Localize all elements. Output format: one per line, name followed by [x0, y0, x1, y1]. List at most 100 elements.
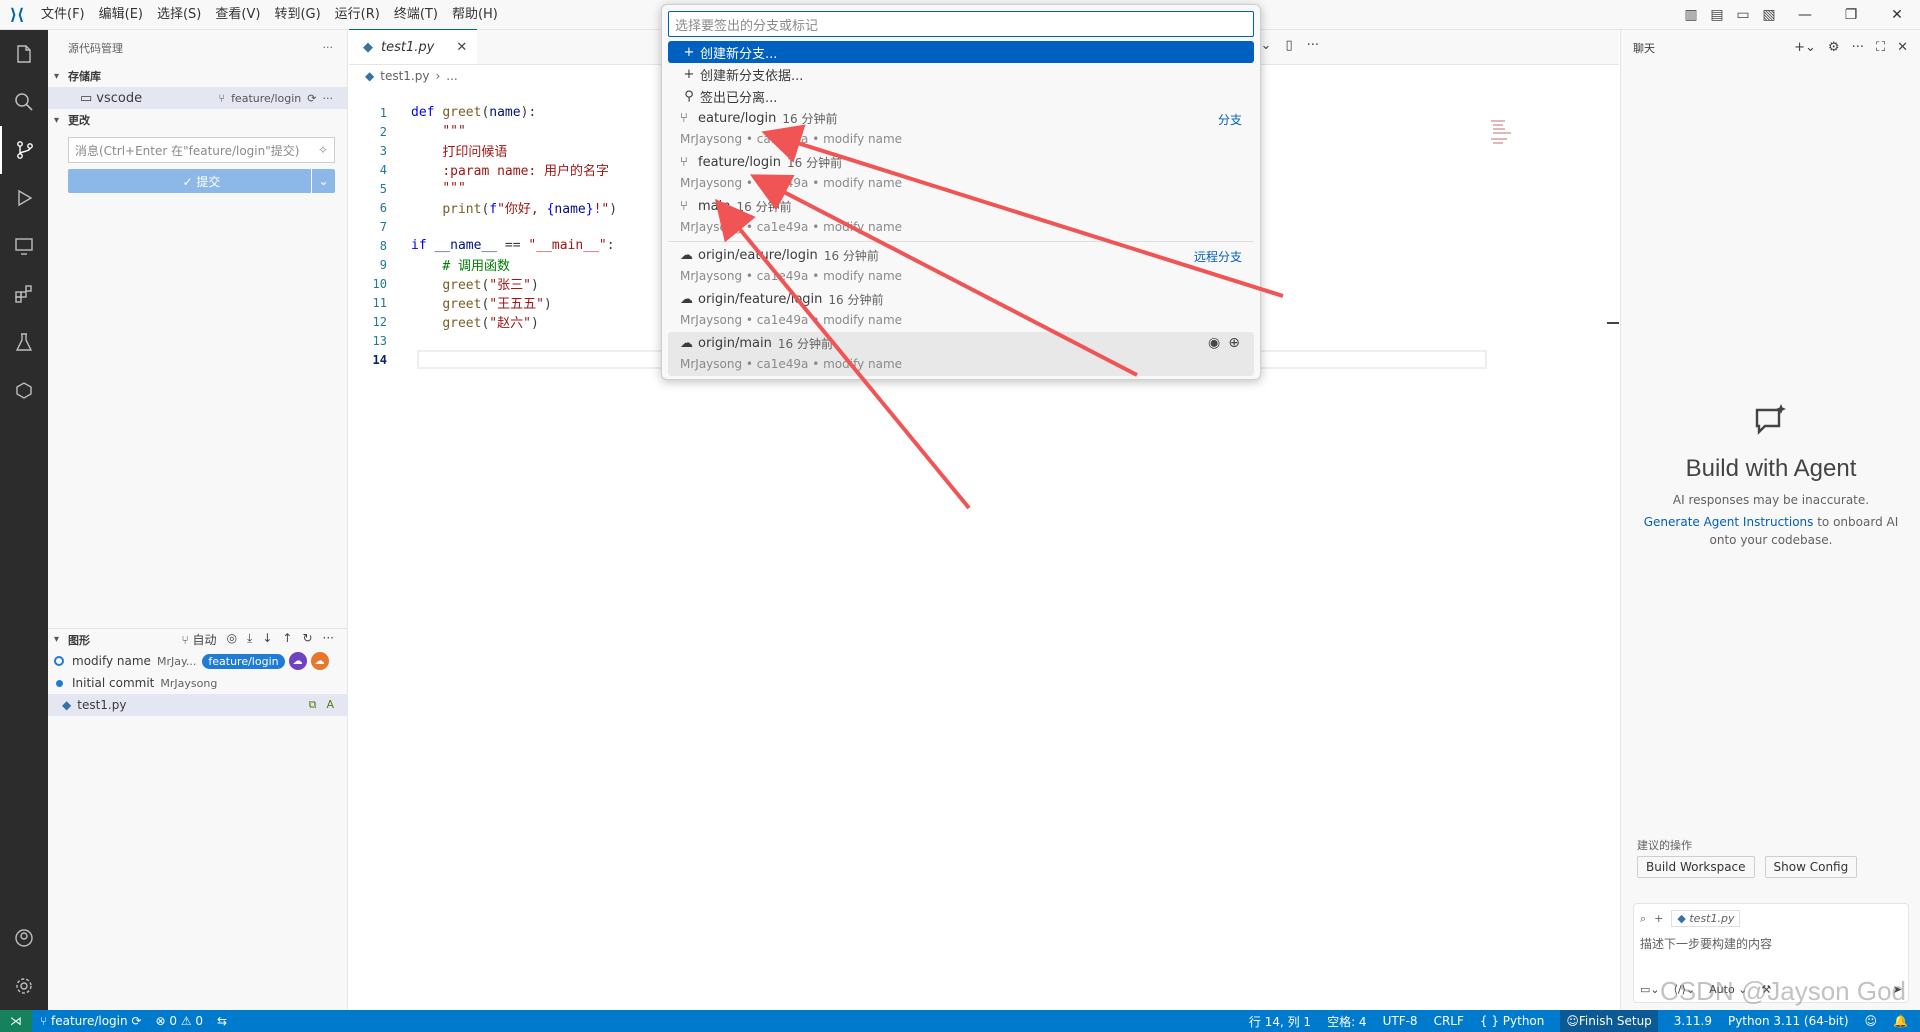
graph-section-header[interactable]: ▾ 图形 ⑂ 自动 ◎ ⤓ ↓ ↑ ↻ ···: [48, 628, 348, 650]
menu-item[interactable]: 终端(T): [387, 0, 445, 30]
repositories-section-header[interactable]: ▾ 存储库: [48, 65, 347, 87]
globe-icon[interactable]: ⊕: [1228, 335, 1240, 351]
explorer-icon[interactable]: [0, 30, 48, 78]
status-share-icon[interactable]: ⇆: [217, 1014, 227, 1028]
source-control-icon[interactable]: [0, 126, 48, 174]
sparkle-icon[interactable]: ✧: [318, 143, 328, 157]
remote-branch-item[interactable]: ☁ origin/main 16 分钟前 MrJaysong • ca1e49a •…: [668, 332, 1254, 376]
account-icon[interactable]: [0, 914, 48, 962]
toggle-sidebar-icon[interactable]: ▤: [1704, 7, 1730, 23]
remote-branch-item[interactable]: ☁ origin/feature/login 16 分钟前 MrJaysong • …: [668, 288, 1254, 332]
toggle-secondary-sidebar-icon[interactable]: ▧: [1756, 7, 1782, 23]
branch-item[interactable]: ⑂ feature/login 16 分钟前 MrJaysong • ca1e49a…: [668, 151, 1254, 195]
close-tab-icon[interactable]: ✕: [456, 40, 467, 55]
changed-file-row[interactable]: ◆ test1.py ⧉ A: [48, 694, 348, 716]
graph-more-icon[interactable]: ···: [323, 631, 334, 648]
status-language[interactable]: { } Python: [1480, 1014, 1545, 1028]
status-branch[interactable]: ⑂ feature/login ⟳: [40, 1014, 142, 1028]
repo-more-icon[interactable]: ···: [323, 92, 334, 105]
attached-file-chip[interactable]: ◆ test1.py: [1671, 910, 1741, 927]
more-actions-icon[interactable]: ···: [323, 41, 334, 54]
close-chat-icon[interactable]: ✕: [1897, 40, 1908, 55]
cloud-icon: ☁: [680, 335, 693, 351]
line-content: """: [442, 124, 466, 139]
status-eol[interactable]: CRLF: [1434, 1014, 1464, 1028]
quick-pick-input[interactable]: 选择要签出的分支或标记: [668, 11, 1254, 37]
branch-item[interactable]: ⑂ eature/login 16 分钟前 MrJaysong • ca1e49a …: [668, 107, 1254, 151]
editor-more-icon[interactable]: ···: [1307, 38, 1319, 53]
github-icon[interactable]: ◉: [1208, 335, 1220, 351]
pull-icon[interactable]: ↓: [262, 631, 272, 648]
chat-settings-icon[interactable]: ⚙: [1828, 40, 1840, 55]
breadcrumb-file[interactable]: test1.py: [380, 69, 429, 83]
push-icon[interactable]: ↑: [282, 631, 292, 648]
target-icon[interactable]: ◎: [227, 631, 237, 648]
tab-test1-py[interactable]: ◆ test1.py ✕: [349, 29, 478, 64]
commit-message-input[interactable]: 消息(Ctrl+Enter 在"feature/login"提交) ✧: [68, 137, 335, 163]
chat-more-icon[interactable]: ···: [1852, 40, 1864, 55]
status-problems[interactable]: ⊗ 0 ⚠ 0: [156, 1014, 204, 1028]
generate-instructions-link[interactable]: Generate Agent Instructions: [1644, 515, 1814, 529]
minimap[interactable]: [1489, 118, 1519, 148]
repository-row[interactable]: ▭ vscode ⑂ feature/login ⟳ ···: [48, 87, 347, 109]
status-python-version[interactable]: 3.11.9: [1674, 1014, 1712, 1028]
menu-item[interactable]: 编辑(E): [92, 0, 150, 30]
minimize-icon[interactable]: —: [1782, 7, 1828, 23]
remote-indicator-icon[interactable]: ⋊: [0, 1010, 32, 1032]
branch-icon: ⑂: [680, 198, 688, 214]
split-editor-icon[interactable]: ▯: [1285, 38, 1292, 53]
graph-auto-branch[interactable]: ⑂ 自动: [182, 631, 217, 648]
status-encoding[interactable]: UTF-8: [1383, 1014, 1418, 1028]
branch-item[interactable]: ⑂ main 16 分钟前 MrJaysong • ca1e49a • modify…: [668, 195, 1254, 239]
remote-explorer-icon[interactable]: [0, 222, 48, 270]
checkout-detached-item[interactable]: ⚲ 签出已分离...: [668, 85, 1254, 107]
status-position[interactable]: 行 14, 列 1: [1249, 1013, 1311, 1030]
testing-icon[interactable]: [0, 318, 48, 366]
create-branch-from-item[interactable]: + 创建新分支依据...: [668, 63, 1254, 85]
extensions-icon[interactable]: [0, 270, 48, 318]
commit-placeholder: 消息(Ctrl+Enter 在"feature/login"提交): [75, 143, 300, 158]
menu-item[interactable]: 帮助(H): [445, 0, 505, 30]
notifications-icon[interactable]: 🔔: [1893, 1014, 1908, 1028]
agent-mode-icon[interactable]: ▭⌄: [1640, 983, 1660, 996]
finish-setup-button[interactable]: ☺ Finish Setup: [1560, 1010, 1658, 1032]
maximize-icon[interactable]: ⛶: [1876, 40, 1885, 55]
new-chat-icon[interactable]: +⌄: [1794, 40, 1816, 55]
commit-dropdown-icon[interactable]: ⌄: [311, 169, 335, 193]
open-file-icon[interactable]: ⧉: [309, 698, 317, 712]
status-interpreter[interactable]: Python 3.11 (64-bit): [1728, 1014, 1849, 1028]
close-window-icon[interactable]: ✕: [1874, 7, 1920, 23]
layout-toggle-icon[interactable]: ▥: [1678, 7, 1704, 23]
menu-item[interactable]: 查看(V): [208, 0, 267, 30]
graph-commit-row[interactable]: Initial commit MrJaysong: [48, 672, 348, 694]
refresh-icon[interactable]: ↻: [302, 631, 312, 648]
search-icon[interactable]: [0, 78, 48, 126]
settings-gear-icon[interactable]: [0, 962, 48, 1010]
breadcrumb-symbol[interactable]: ...: [446, 69, 457, 83]
status-spaces[interactable]: 空格: 4: [1327, 1013, 1367, 1030]
run-debug-icon[interactable]: [0, 174, 48, 222]
commit-button[interactable]: ✓ 提交 ⌄: [68, 169, 335, 193]
toggle-panel-icon[interactable]: ▭: [1730, 7, 1756, 23]
menu-item[interactable]: 运行(R): [328, 0, 387, 30]
show-config-button[interactable]: Show Config: [1764, 856, 1858, 878]
copilot-status-icon[interactable]: ☺: [1865, 1014, 1878, 1028]
repo-branch-label[interactable]: feature/login: [231, 92, 301, 105]
attach-icon[interactable]: ⌕: [1640, 912, 1646, 926]
menu-item[interactable]: 转到(G): [267, 0, 327, 30]
build-workspace-button[interactable]: Build Workspace: [1637, 856, 1755, 878]
scrollbar-indicator[interactable]: [1607, 322, 1619, 324]
restore-icon[interactable]: ❐: [1828, 7, 1874, 23]
changes-section-header[interactable]: ▾ 更改: [48, 109, 347, 131]
fetch-icon[interactable]: ⤓: [247, 631, 252, 648]
copilot-icon[interactable]: [0, 366, 48, 414]
add-context-icon[interactable]: +: [1654, 912, 1663, 925]
remote-branch-item[interactable]: ☁ origin/eature/login 16 分钟前 MrJaysong • c…: [668, 244, 1254, 288]
sync-icon[interactable]: ⟳: [307, 92, 316, 105]
create-branch-item[interactable]: + 创建新分支...: [668, 41, 1254, 63]
line-number: 7: [379, 219, 387, 234]
source-control-sidebar: 源代码管理 ··· ▾ 存储库 ▭ vscode ⑂ feature/login…: [48, 30, 348, 1010]
menu-item[interactable]: 文件(F): [34, 0, 92, 30]
menu-item[interactable]: 选择(S): [150, 0, 208, 30]
graph-commit-row[interactable]: modify name MrJay... feature/login ☁ ☁: [48, 650, 348, 672]
